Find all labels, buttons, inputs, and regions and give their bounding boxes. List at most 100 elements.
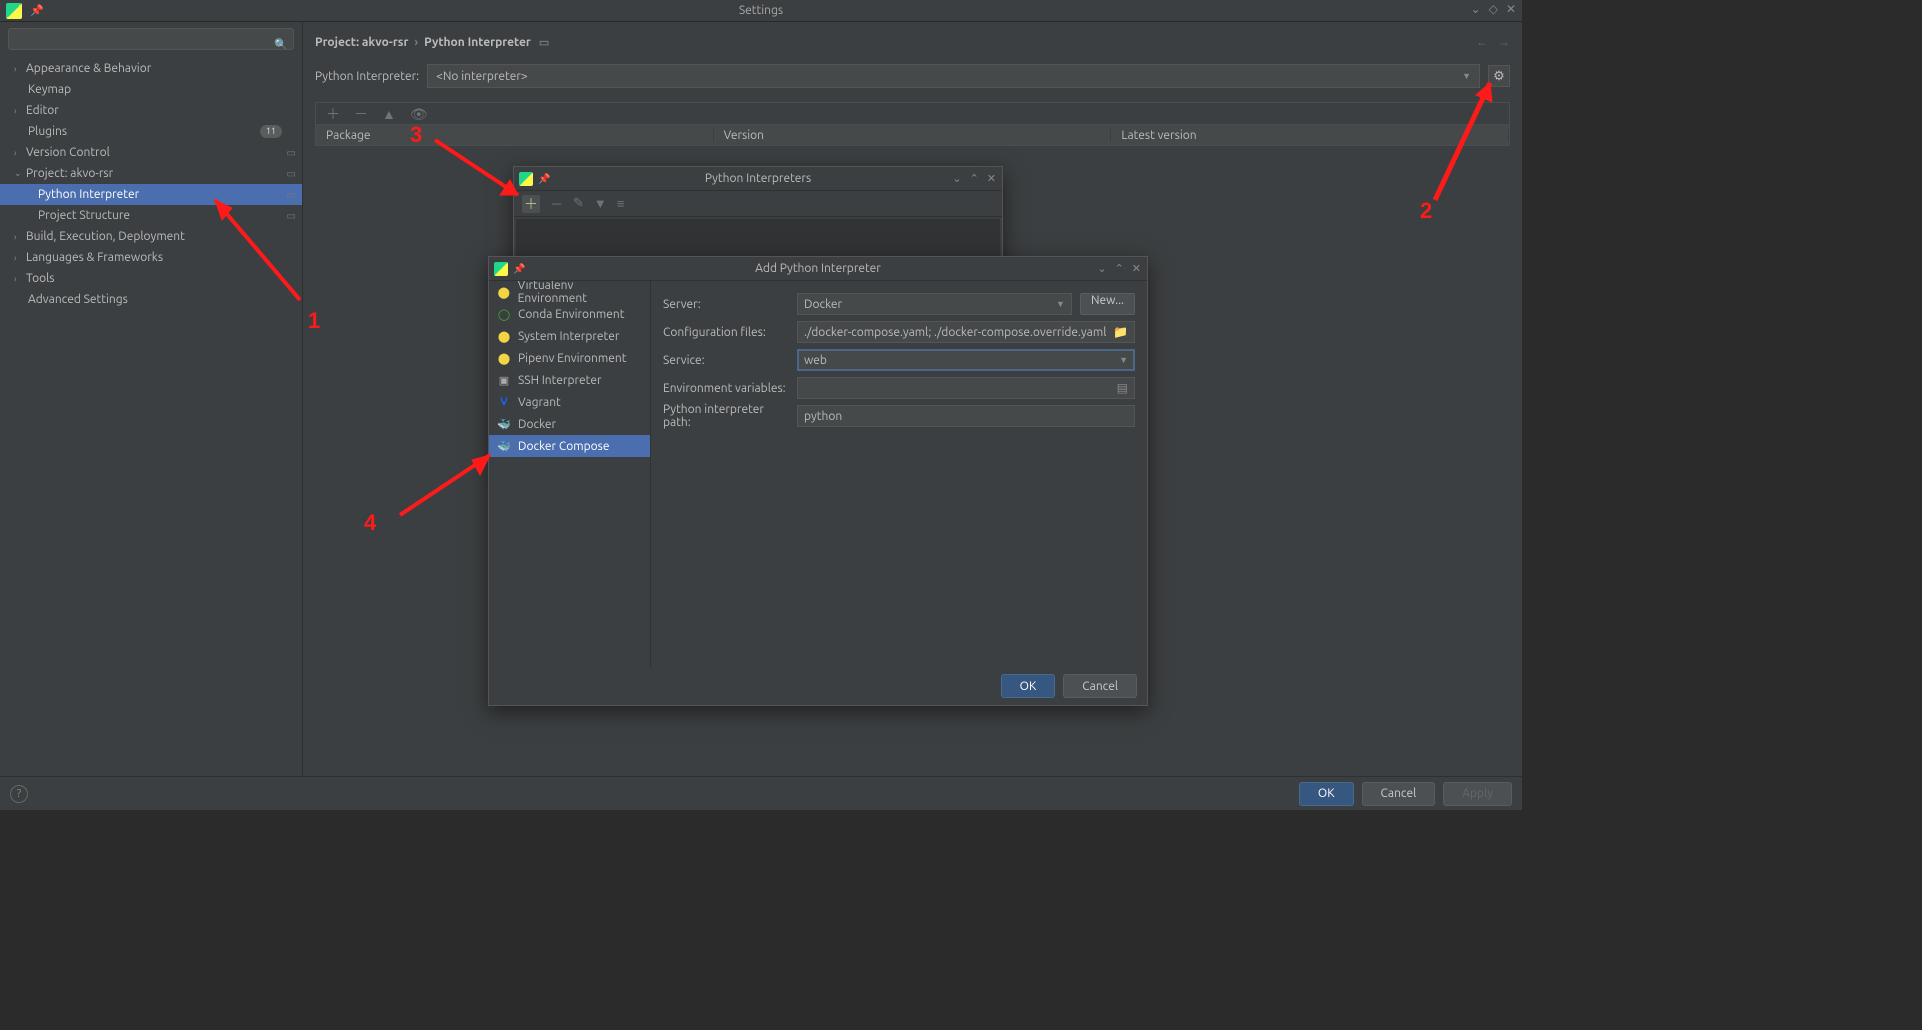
col-version: Version — [714, 129, 1112, 142]
crumb-project[interactable]: Project: akvo-rsr — [315, 36, 408, 49]
perproject-icon: ▭ — [287, 147, 296, 159]
tree-item-project[interactable]: ⌄Project: akvo-rsr▭ — [0, 163, 302, 184]
interpreter-form: Server: Docker▼ New... Configuration fil… — [651, 281, 1147, 667]
apply-button[interactable]: Apply — [1443, 782, 1512, 806]
expand-icon[interactable]: ⌃ — [1115, 262, 1124, 275]
plugins-badge: 11 — [260, 125, 282, 138]
python-icon: ⬤ — [497, 329, 511, 343]
close-icon[interactable]: ✕ — [1506, 2, 1516, 16]
config-files-field[interactable]: ./docker-compose.yaml; ./docker-compose.… — [797, 321, 1135, 343]
type-pipenv[interactable]: ⬤Pipenv Environment — [489, 347, 650, 369]
edit-icon[interactable]: ✎ — [573, 196, 584, 211]
dialog-title: Add Python Interpreter — [755, 262, 881, 275]
tree-item-appearance[interactable]: ›Appearance & Behavior — [0, 58, 302, 79]
add-icon[interactable]: ＋ — [326, 107, 340, 121]
minimize-icon[interactable]: ⌄ — [1471, 2, 1481, 16]
add-interpreter-dialog: 📌 Add Python Interpreter ⌄ ⌃ ✕ ⬤Virtuale… — [488, 256, 1148, 706]
service-select[interactable]: web▼ — [797, 349, 1135, 371]
close-icon[interactable]: ✕ — [987, 172, 996, 185]
titlebar: 📌 Settings ⌄ ◇ ✕ — [0, 0, 1522, 22]
pipenv-icon: ⬤ — [497, 351, 511, 365]
chevron-down-icon: ▼ — [1462, 71, 1471, 81]
ok-button[interactable]: OK — [1299, 782, 1354, 806]
expand-icon[interactable]: ⌃ — [970, 172, 979, 185]
list-icon[interactable]: ▤ — [1117, 381, 1128, 395]
docker-icon: 🐳 — [497, 417, 511, 431]
type-vagrant[interactable]: VVagrant — [489, 391, 650, 413]
tree-item-tools[interactable]: ›Tools — [0, 268, 302, 289]
remove-icon[interactable]: － — [550, 194, 563, 213]
up-icon[interactable]: ▲ — [382, 107, 396, 121]
forward-icon[interactable]: → — [1498, 35, 1510, 49]
type-docker[interactable]: 🐳Docker — [489, 413, 650, 435]
cancel-button[interactable]: Cancel — [1362, 782, 1436, 806]
window-title: Settings — [739, 4, 783, 17]
interpreters-toolbar: ＋ － ✎ ▼ ≡ — [514, 191, 1002, 217]
paths-icon[interactable]: ≡ — [617, 196, 625, 211]
tree-item-project-structure[interactable]: Project Structure▭ — [0, 205, 302, 226]
tree-item-python-interpreter[interactable]: Python Interpreter▭ — [0, 184, 302, 205]
app-icon — [519, 172, 533, 186]
new-server-button[interactable]: New... — [1080, 293, 1135, 315]
type-virtualenv[interactable]: ⬤Virtualenv Environment — [489, 281, 650, 303]
type-docker-compose[interactable]: 🐳Docker Compose — [489, 435, 650, 457]
config-label: Configuration files: — [663, 326, 789, 339]
type-system[interactable]: ⬤System Interpreter — [489, 325, 650, 347]
server-select[interactable]: Docker▼ — [797, 293, 1072, 315]
chevron-right-icon: › — [414, 36, 418, 49]
type-conda[interactable]: ◯Conda Environment — [489, 303, 650, 325]
interpreter-label: Python Interpreter: — [315, 70, 419, 83]
eye-icon[interactable]: 👁 — [410, 107, 428, 121]
settings-sidebar: 🔍 ›Appearance & Behavior Keymap ›Editor … — [0, 22, 303, 776]
col-latest: Latest version — [1111, 129, 1509, 142]
ssh-icon: ▣ — [497, 373, 511, 387]
add-button[interactable]: ＋ — [522, 195, 540, 213]
chevron-down-icon: ▼ — [1119, 355, 1128, 365]
tree-item-vcs[interactable]: ›Version Control▭ — [0, 142, 302, 163]
search-input[interactable] — [8, 28, 294, 50]
path-label: Python interpreter path: — [663, 403, 789, 429]
help-icon[interactable]: ? — [10, 785, 28, 803]
settings-tree[interactable]: ›Appearance & Behavior Keymap ›Editor Pl… — [0, 56, 302, 776]
python-icon: ⬤ — [497, 285, 511, 299]
collapse-icon[interactable]: ⌄ — [952, 172, 961, 185]
back-icon[interactable]: ← — [1476, 35, 1488, 49]
cancel-button[interactable]: Cancel — [1063, 674, 1137, 698]
tree-item-editor[interactable]: ›Editor — [0, 100, 302, 121]
pin-icon[interactable]: 📌 — [513, 263, 525, 275]
collapse-icon[interactable]: ⌄ — [1097, 262, 1106, 275]
server-label: Server: — [663, 298, 789, 311]
env-vars-field[interactable]: ▤ — [797, 377, 1135, 399]
breadcrumb: Project: akvo-rsr › Python Interpreter ▭… — [315, 30, 1510, 54]
folder-icon[interactable]: 📁 — [1113, 325, 1128, 339]
interpreter-select[interactable]: <No interpreter> ▼ — [427, 64, 1480, 88]
search-icon: 🔍 — [274, 38, 288, 51]
perproject-icon: ▭ — [287, 189, 296, 201]
conda-icon: ◯ — [497, 307, 511, 321]
tree-item-languages[interactable]: ›Languages & Frameworks — [0, 247, 302, 268]
remove-icon[interactable]: － — [354, 107, 368, 121]
type-ssh[interactable]: ▣SSH Interpreter — [489, 369, 650, 391]
perproject-icon: ▭ — [287, 210, 296, 222]
perproject-icon: ▭ — [287, 168, 296, 180]
tree-item-plugins[interactable]: Plugins11 — [0, 121, 302, 142]
app-icon — [494, 262, 508, 276]
packages-toolbar: ＋ － ▲ 👁 — [315, 102, 1510, 124]
gear-icon[interactable]: ⚙ — [1488, 65, 1510, 87]
filter-icon[interactable]: ▼ — [594, 196, 607, 211]
packages-header: Package Version Latest version — [315, 124, 1510, 146]
perproject-icon: ▭ — [539, 36, 549, 49]
maximize-icon[interactable]: ◇ — [1489, 2, 1498, 16]
close-icon[interactable]: ✕ — [1132, 262, 1141, 275]
service-label: Service: — [663, 354, 789, 367]
pin-icon[interactable]: 📌 — [30, 4, 44, 17]
footer: ? OK Cancel Apply — [0, 776, 1522, 810]
tree-item-build[interactable]: ›Build, Execution, Deployment — [0, 226, 302, 247]
pin-icon[interactable]: 📌 — [538, 173, 550, 185]
tree-item-advanced[interactable]: Advanced Settings — [0, 289, 302, 310]
ok-button[interactable]: OK — [1001, 674, 1056, 698]
interpreter-path-input[interactable] — [797, 405, 1135, 427]
docker-compose-icon: 🐳 — [497, 439, 511, 453]
interpreter-type-list[interactable]: ⬤Virtualenv Environment ◯Conda Environme… — [489, 281, 651, 667]
tree-item-keymap[interactable]: Keymap — [0, 79, 302, 100]
